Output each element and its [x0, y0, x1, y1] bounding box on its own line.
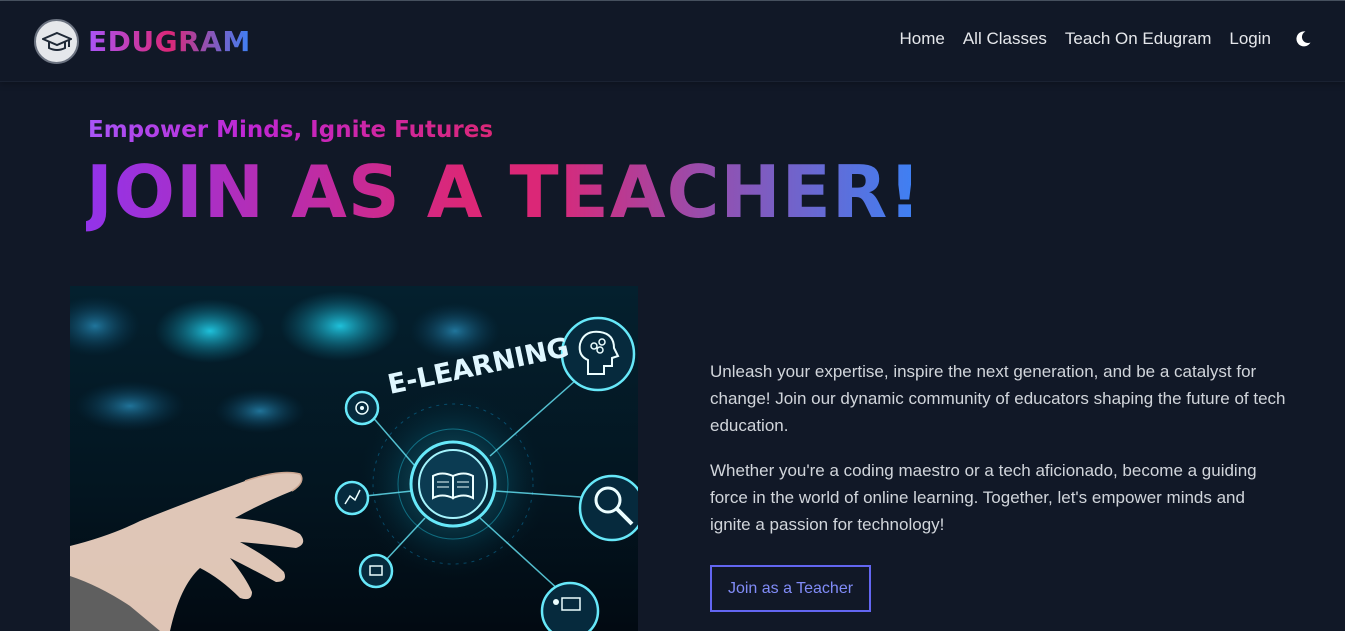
e-learning-hero-image: E-LEARNING: [70, 286, 638, 631]
hero-tagline: Empower Minds, Ignite Futures: [88, 117, 494, 143]
graduation-cap-icon: [34, 19, 79, 64]
nav-all-classes[interactable]: All Classes: [963, 29, 1047, 49]
nav-home[interactable]: Home: [899, 29, 944, 49]
brand-link[interactable]: EDUGRAM: [34, 19, 251, 64]
brand-name: EDUGRAM: [88, 25, 251, 58]
hero-paragraph-2: Whether you're a coding maestro or a tec…: [710, 461, 1257, 534]
main-nav: Home All Classes Teach On Edugram Login: [881, 29, 1313, 49]
moon-icon[interactable]: [1293, 29, 1313, 49]
join-as-teacher-button[interactable]: Join as a Teacher: [710, 565, 871, 612]
nav-login[interactable]: Login: [1229, 29, 1271, 49]
hero-title: JOIN AS A TEACHER!: [86, 150, 923, 234]
nav-teach-on-edugram[interactable]: Teach On Edugram: [1065, 29, 1211, 49]
navbar: EDUGRAM Home All Classes Teach On Edugra…: [0, 1, 1345, 82]
hero-paragraph-1: Unleash your expertise, inspire the next…: [710, 362, 1286, 435]
